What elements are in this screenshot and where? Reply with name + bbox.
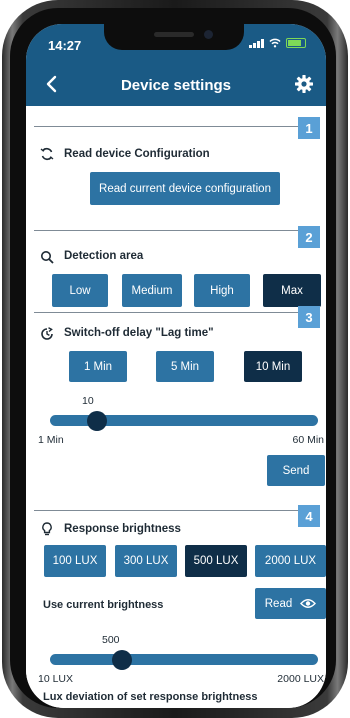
section-divider bbox=[34, 126, 320, 127]
camera-lens bbox=[204, 30, 213, 39]
page-title: Device settings bbox=[120, 77, 232, 94]
section-title: Response brightness bbox=[64, 523, 181, 535]
search-icon bbox=[41, 251, 54, 264]
lag-slider-value: 10 bbox=[82, 395, 94, 407]
lux-option-300[interactable]: 300 LUX bbox=[115, 545, 177, 577]
eye-icon bbox=[300, 599, 317, 608]
phone-notch bbox=[104, 24, 244, 50]
lux-option-2000[interactable]: 2000 LUX bbox=[255, 545, 326, 577]
lag-option-5-min[interactable]: 5 Min bbox=[156, 351, 214, 382]
section-title: Detection area bbox=[64, 250, 144, 262]
detection-option-max[interactable]: Max bbox=[263, 274, 321, 307]
signal-icon bbox=[249, 38, 264, 48]
app-header: 14:27 Device settings bbox=[26, 24, 326, 106]
section-read-config: 1 Read device Configuration Read current… bbox=[26, 106, 326, 216]
section-divider bbox=[34, 510, 320, 511]
section-response-brightness: 4 Response brightness 100 LUX 300 LUX 50… bbox=[26, 500, 326, 708]
read-config-button[interactable]: Read current device configuration bbox=[90, 172, 280, 205]
battery-icon bbox=[286, 38, 306, 48]
brightness-slider-track[interactable] bbox=[50, 654, 318, 665]
detection-option-high[interactable]: High bbox=[194, 274, 250, 307]
lag-option-10-min[interactable]: 10 Min bbox=[244, 351, 302, 382]
section-divider bbox=[34, 230, 320, 231]
lux-deviation-label: Lux deviation of set response brightness bbox=[43, 691, 258, 703]
detection-option-medium[interactable]: Medium bbox=[122, 274, 182, 307]
detection-option-low[interactable]: Low bbox=[52, 274, 108, 307]
read-button-label: Read bbox=[264, 597, 293, 610]
brightness-slider-max-label: 2000 LUX bbox=[277, 673, 324, 685]
lux-option-100[interactable]: 100 LUX bbox=[44, 545, 106, 577]
use-current-brightness-label: Use current brightness bbox=[43, 599, 164, 611]
bulb-icon bbox=[42, 522, 52, 536]
lag-option-1-min[interactable]: 1 Min bbox=[69, 351, 127, 382]
section-number-badge: 1 bbox=[298, 117, 320, 139]
section-title: Read device Configuration bbox=[64, 148, 210, 160]
status-icons bbox=[249, 38, 306, 48]
lag-slider-max-label: 60 Min bbox=[292, 434, 324, 446]
gear-icon[interactable] bbox=[294, 74, 314, 94]
wifi-icon bbox=[269, 38, 281, 48]
section-number-badge: 3 bbox=[298, 306, 320, 328]
section-lag-time: 3 Switch-off delay "Lag time" 1 Min 5 Mi… bbox=[26, 304, 326, 500]
section-number-badge: 4 bbox=[298, 505, 320, 527]
settings-content: 1 Read device Configuration Read current… bbox=[26, 106, 326, 708]
section-divider bbox=[34, 312, 320, 313]
brightness-slider-value: 500 bbox=[102, 634, 120, 646]
brightness-slider-min-label: 10 LUX bbox=[38, 673, 74, 685]
brightness-slider-handle[interactable] bbox=[112, 650, 132, 670]
sync-icon bbox=[40, 148, 54, 160]
send-button[interactable]: Send bbox=[267, 455, 325, 486]
section-number-badge: 2 bbox=[298, 226, 320, 248]
phone-screen: 14:27 Device settings 1 Read device Conf… bbox=[26, 24, 326, 708]
timer-icon bbox=[41, 327, 53, 340]
app-screenshot: 14:27 Device settings 1 Read device Conf… bbox=[0, 0, 350, 718]
lag-slider-min-label: 1 Min bbox=[38, 434, 64, 446]
speaker-grille bbox=[154, 32, 194, 37]
lag-slider-handle[interactable] bbox=[87, 411, 108, 431]
status-time: 14:27 bbox=[48, 38, 82, 53]
lux-option-500[interactable]: 500 LUX bbox=[185, 545, 247, 577]
section-title: Switch-off delay "Lag time" bbox=[64, 327, 214, 339]
section-detection-area: 2 Detection area Low Medium High Max bbox=[26, 216, 326, 307]
read-brightness-button[interactable]: Read bbox=[255, 588, 326, 619]
